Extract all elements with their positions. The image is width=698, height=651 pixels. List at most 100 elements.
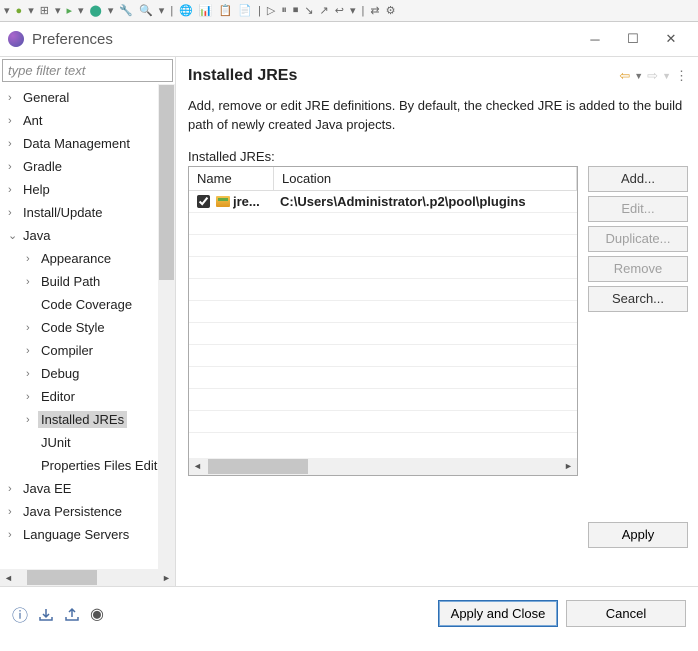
apply-button[interactable]: Apply (588, 522, 688, 548)
tree-item-label: Code Coverage (38, 296, 135, 313)
page-title: Installed JREs (188, 67, 619, 85)
column-header-name[interactable]: Name (189, 167, 274, 191)
table-row (189, 213, 577, 235)
caret-down-icon[interactable]: ⌄ (8, 229, 20, 242)
caret-right-icon[interactable]: › (26, 253, 38, 265)
tree-item-label: Java (20, 227, 53, 244)
jre-icon (216, 196, 230, 207)
tree-item-label: Language Servers (20, 526, 132, 543)
caret-right-icon[interactable]: › (26, 414, 38, 426)
tree-item-label: Properties Files Editor (38, 457, 172, 474)
cancel-button[interactable]: Cancel (566, 600, 686, 627)
add-button[interactable]: Add... (588, 166, 688, 192)
table-row (189, 235, 577, 257)
export-icon[interactable] (64, 607, 80, 621)
caret-right-icon[interactable]: › (8, 92, 20, 104)
page-description: Add, remove or edit JRE definitions. By … (188, 97, 688, 135)
tree-item[interactable]: ›Appearance (4, 247, 175, 270)
titlebar: Preferences ─ ☐ ✕ (0, 22, 698, 56)
tree-scrollbar-horizontal[interactable]: ◄ ► (0, 569, 175, 586)
caret-right-icon[interactable]: › (8, 483, 20, 495)
table-row[interactable]: jre...C:\Users\Administrator\.p2\pool\pl… (189, 191, 577, 213)
tree-item-label: Build Path (38, 273, 103, 290)
tree-item-label: Ant (20, 112, 46, 129)
tree-item-label: Installed JREs (38, 411, 127, 428)
jre-table[interactable]: Name Location jre...C:\Users\Administrat… (188, 166, 578, 476)
caret-right-icon[interactable]: › (26, 368, 38, 380)
table-row (189, 367, 577, 389)
caret-right-icon[interactable]: › (8, 138, 20, 150)
tree-item[interactable]: ›Install/Update (4, 201, 175, 224)
column-header-location[interactable]: Location (274, 167, 577, 191)
edit-button[interactable]: Edit... (588, 196, 688, 222)
table-row (189, 257, 577, 279)
ide-toolbar: ▾●▾⊞▾ ▸▾⬤▾ 🔧🔍▾| 🌐📊📋📄| ▷⏸⏹↘↗↩▾| ⇄⚙ (0, 0, 698, 22)
caret-right-icon[interactable]: › (26, 345, 38, 357)
tree-item[interactable]: Code Coverage (4, 293, 175, 316)
tree-item[interactable]: ›Editor (4, 385, 175, 408)
table-row (189, 323, 577, 345)
caret-right-icon[interactable]: › (26, 391, 38, 403)
table-row (189, 389, 577, 411)
tree-item-label: Appearance (38, 250, 114, 267)
back-icon[interactable]: ⇦ (619, 68, 630, 84)
duplicate-button[interactable]: Duplicate... (588, 226, 688, 252)
tree-item[interactable]: ›Gradle (4, 155, 175, 178)
tree-item[interactable]: ›Help (4, 178, 175, 201)
close-button[interactable]: ✕ (652, 25, 690, 53)
minimize-button[interactable]: ─ (576, 25, 614, 53)
tree-item[interactable]: JUnit (4, 431, 175, 454)
caret-right-icon[interactable]: › (8, 161, 20, 173)
tree-item[interactable]: ›General (4, 86, 175, 109)
tree-item-label: JUnit (38, 434, 74, 451)
tree-item-label: Editor (38, 388, 78, 405)
menu-icon[interactable]: ⋮ (675, 68, 688, 84)
window-title: Preferences (32, 31, 576, 48)
table-label: Installed JREs: (188, 149, 688, 164)
remove-button[interactable]: Remove (588, 256, 688, 282)
tree-item-label: Code Style (38, 319, 108, 336)
table-row (189, 345, 577, 367)
tree-scrollbar-vertical[interactable] (158, 84, 175, 569)
tree-item[interactable]: ›Build Path (4, 270, 175, 293)
tree-item-label: Compiler (38, 342, 96, 359)
preferences-tree[interactable]: ›General›Ant›Data Management›Gradle›Help… (0, 84, 175, 546)
tree-item[interactable]: ›Ant (4, 109, 175, 132)
table-row (189, 279, 577, 301)
apply-close-button[interactable]: Apply and Close (438, 600, 558, 627)
table-scrollbar-horizontal[interactable]: ◄ ► (189, 458, 577, 475)
back-dropdown-icon[interactable]: ▼ (634, 71, 643, 81)
jre-checkbox[interactable] (197, 195, 210, 208)
tree-item[interactable]: ›Code Style (4, 316, 175, 339)
import-icon[interactable] (38, 607, 54, 621)
tree-item-label: Debug (38, 365, 82, 382)
record-icon[interactable]: ◉ (90, 604, 104, 624)
tree-item[interactable]: ›Data Management (4, 132, 175, 155)
tree-item[interactable]: ›Java Persistence (4, 500, 175, 523)
tree-item-label: Install/Update (20, 204, 106, 221)
caret-right-icon[interactable]: › (8, 506, 20, 518)
jre-name: jre... (233, 194, 260, 209)
caret-right-icon[interactable]: › (8, 529, 20, 541)
eclipse-icon (8, 31, 24, 47)
tree-item[interactable]: ⌄Java (4, 224, 175, 247)
tree-item[interactable]: ›Installed JREs (4, 408, 175, 431)
caret-right-icon[interactable]: › (26, 322, 38, 334)
tree-item[interactable]: ›Debug (4, 362, 175, 385)
caret-right-icon[interactable]: › (26, 276, 38, 288)
tree-item[interactable]: ›Language Servers (4, 523, 175, 546)
forward-dropdown-icon: ▼ (662, 71, 671, 81)
maximize-button[interactable]: ☐ (614, 25, 652, 53)
tree-item-label: Help (20, 181, 53, 198)
forward-icon: ⇨ (647, 68, 658, 84)
search-button[interactable]: Search... (588, 286, 688, 312)
caret-right-icon[interactable]: › (8, 207, 20, 219)
tree-item[interactable]: ›Java EE (4, 477, 175, 500)
caret-right-icon[interactable]: › (8, 115, 20, 127)
caret-right-icon[interactable]: › (8, 184, 20, 196)
tree-item[interactable]: Properties Files Editor (4, 454, 175, 477)
filter-input[interactable]: type filter text (2, 59, 173, 82)
help-icon[interactable]: ⓘ (12, 602, 28, 626)
table-row (189, 411, 577, 433)
tree-item[interactable]: ›Compiler (4, 339, 175, 362)
